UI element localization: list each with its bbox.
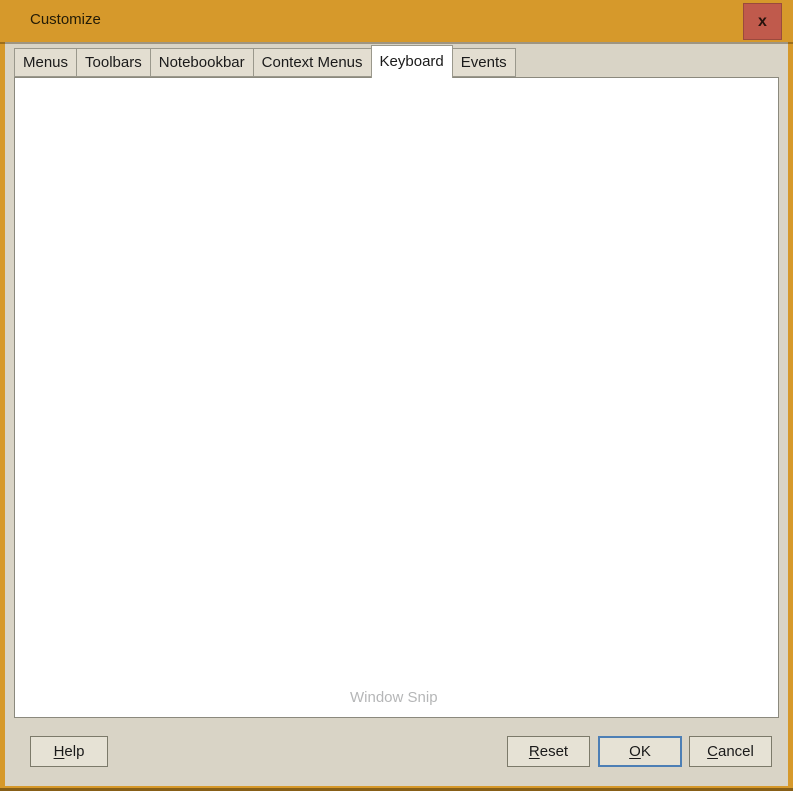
tab[interactable]: Menus bbox=[14, 48, 77, 77]
tab[interactable]: Context Menus bbox=[253, 48, 372, 77]
close-icon: x bbox=[758, 13, 767, 31]
ok-button[interactable]: OK bbox=[598, 736, 682, 767]
tab[interactable]: Toolbars bbox=[76, 48, 151, 77]
cancel-button[interactable]: Cancel bbox=[689, 736, 772, 767]
tab-bar: MenusToolbarsNotebookbarContext MenusKey… bbox=[14, 45, 516, 77]
titlebar[interactable]: Customize x bbox=[0, 0, 793, 42]
close-button[interactable]: x bbox=[743, 3, 782, 40]
tab[interactable]: Keyboard bbox=[371, 45, 453, 78]
reset-button[interactable]: Reset bbox=[507, 736, 590, 767]
tab[interactable]: Events bbox=[452, 48, 516, 77]
help-button[interactable]: Help bbox=[30, 736, 108, 767]
keyboard-tab-panel bbox=[14, 77, 779, 718]
tab[interactable]: Notebookbar bbox=[150, 48, 254, 77]
customize-dialog: Customize x MenusToolbarsNotebookbarCont… bbox=[0, 0, 793, 791]
window-title: Customize bbox=[30, 0, 101, 40]
